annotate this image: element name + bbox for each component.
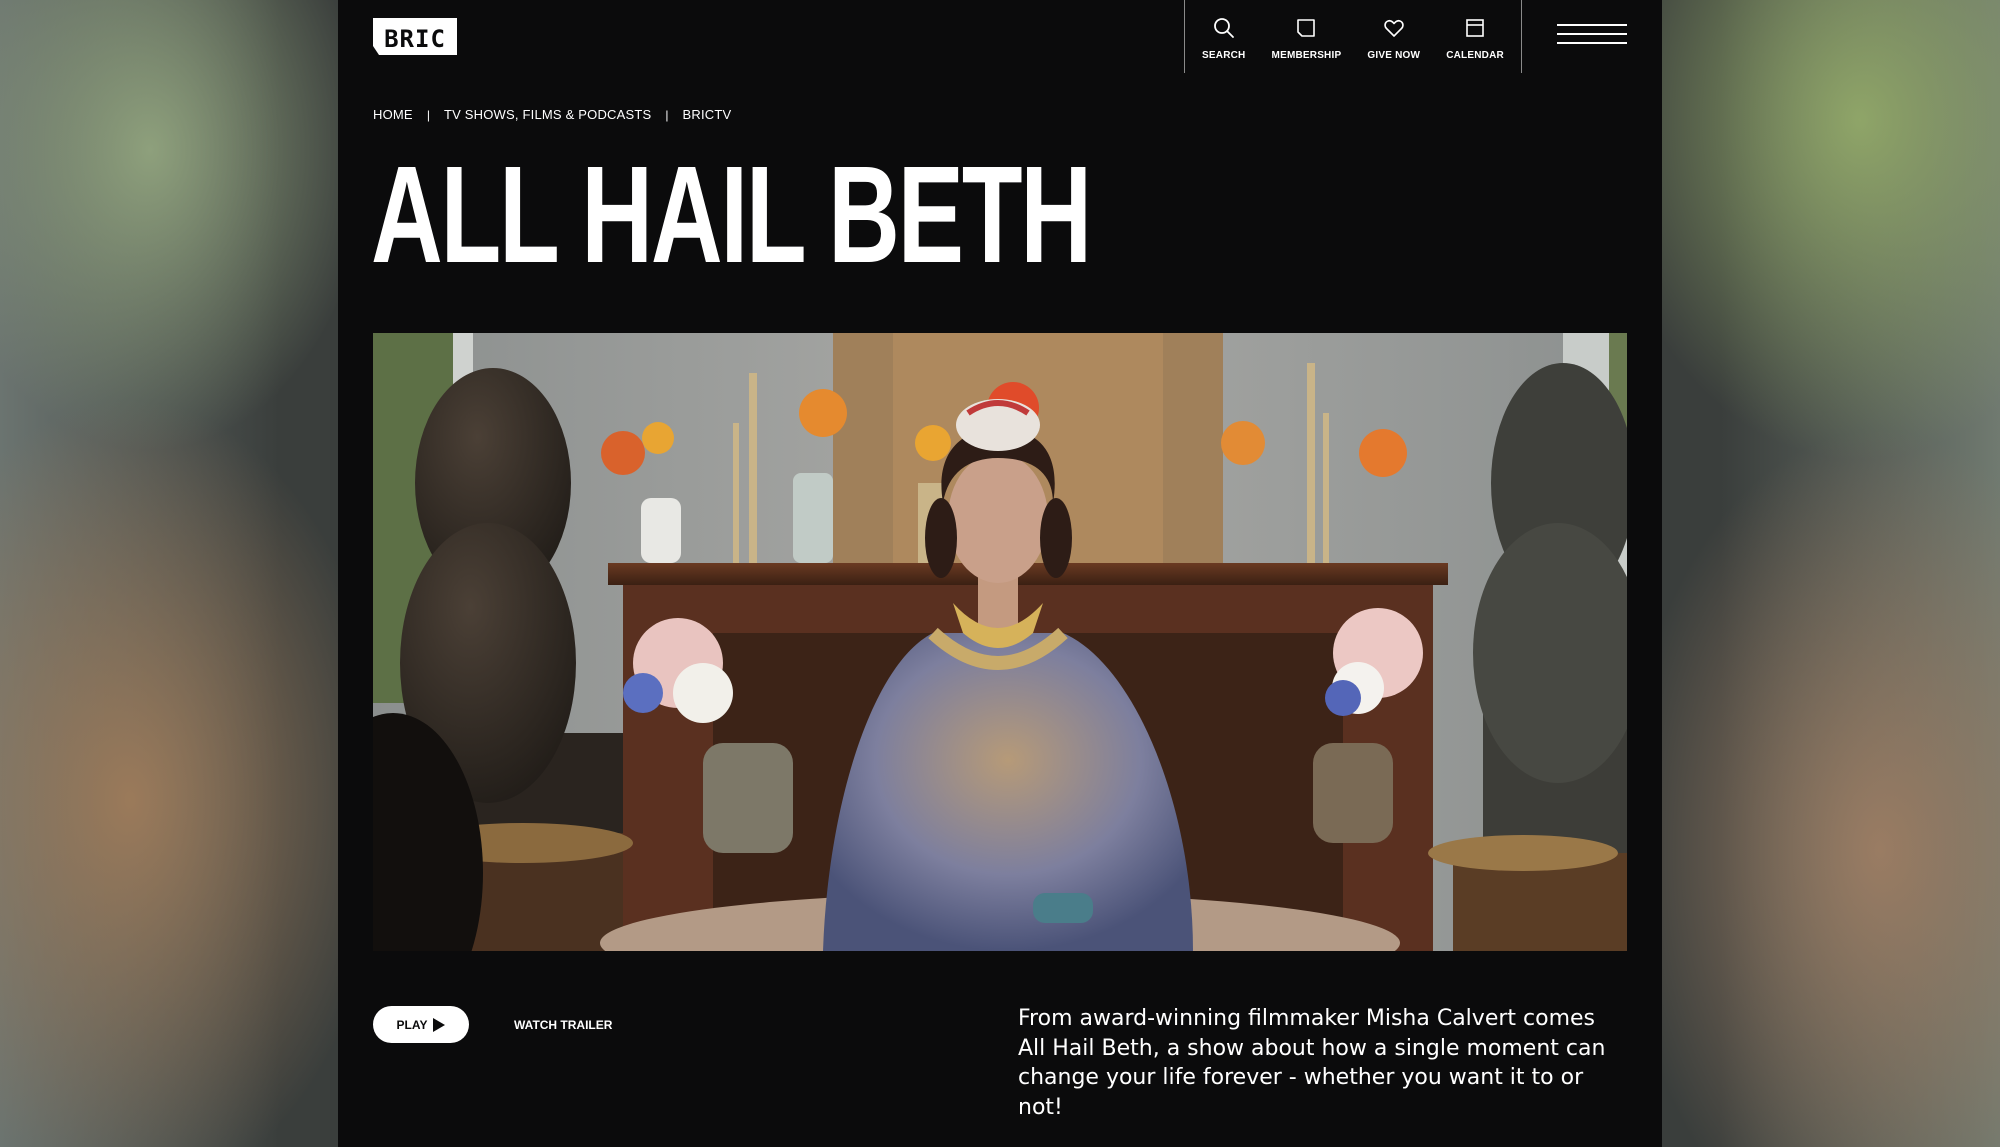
page-title: ALL HAIL BETH — [371, 138, 1092, 292]
breadcrumb-home[interactable]: HOME — [373, 107, 413, 122]
watch-trailer-link[interactable]: WATCH TRAILER — [514, 1018, 612, 1032]
search-icon — [1213, 18, 1234, 38]
nav-membership-label: MEMBERSHIP — [1271, 50, 1342, 61]
calendar-icon — [1466, 19, 1484, 37]
nav-calendar[interactable]: CALENDAR — [1446, 0, 1504, 61]
breadcrumb-tv-shows[interactable]: TV SHOWS, FILMS & PODCASTS — [444, 107, 651, 122]
hero-video-still[interactable] — [373, 333, 1627, 951]
top-nav: SEARCH MEMBERSHIP GIVE NOW CALENDAR — [1184, 0, 1522, 73]
nav-calendar-label: CALENDAR — [1446, 50, 1504, 61]
logo-text: BRIC — [384, 24, 446, 53]
breadcrumb-brictv[interactable]: BRICTV — [683, 107, 732, 122]
nav-search-label: SEARCH — [1202, 50, 1246, 61]
breadcrumb: HOME | TV SHOWS, FILMS & PODCASTS | BRIC… — [373, 107, 731, 122]
show-description: From award-winning filmmaker Misha Calve… — [1018, 1006, 1606, 1120]
nav-search[interactable]: SEARCH — [1202, 0, 1245, 61]
play-button[interactable]: PLAY — [373, 1006, 469, 1043]
page-container: BRIC SEARCH MEMBERSHIP GIVE NOW CALENDAR… — [338, 0, 1662, 1147]
breadcrumb-separator: | — [665, 107, 669, 122]
breadcrumb-separator: | — [426, 107, 430, 122]
bric-logo[interactable]: BRIC — [373, 18, 457, 55]
hero-image-illustration — [373, 333, 1627, 951]
nav-membership[interactable]: MEMBERSHIP — [1272, 0, 1342, 61]
membership-card-icon — [1297, 19, 1316, 37]
hamburger-menu-icon[interactable] — [1557, 24, 1627, 46]
nav-give-now[interactable]: GIVE NOW — [1367, 0, 1420, 61]
play-triangle-icon — [433, 1017, 446, 1032]
play-button-label: PLAY — [396, 1017, 428, 1032]
nav-give-now-label: GIVE NOW — [1367, 50, 1421, 61]
heart-icon — [1384, 20, 1404, 37]
